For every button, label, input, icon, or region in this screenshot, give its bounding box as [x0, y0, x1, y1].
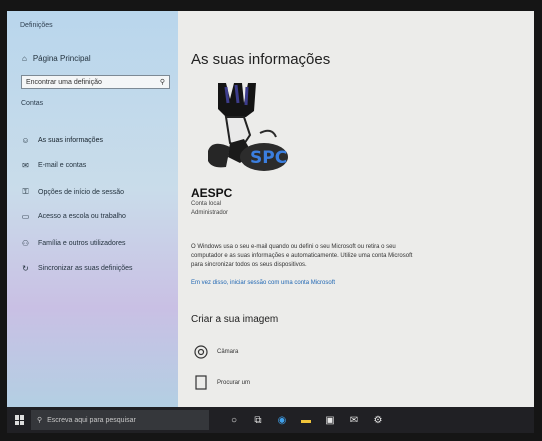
sidebar-item-work-school[interactable]: ▭ Acesso a escola ou trabalho: [21, 212, 171, 221]
account-role: Administrador: [191, 210, 229, 216]
camera-option[interactable]: Câmara: [193, 344, 238, 359]
browse-icon: [193, 375, 208, 390]
sidebar-item-label: Opções de início de sessão: [38, 188, 124, 196]
settings-search-input[interactable]: Encontrar uma definição ⚲: [21, 75, 170, 89]
account-info-text: O Windows usa o seu e-mail quando ou def…: [191, 244, 413, 268]
sidebar-item-label: Família e outros utilizadores: [38, 240, 126, 247]
cortana-icon[interactable]: ○: [227, 413, 241, 427]
camera-label: Câmara: [217, 348, 239, 355]
home-label: Página Principal: [32, 54, 91, 63]
create-picture-heading: Criar a sua imagem: [191, 314, 279, 325]
sidebar-item-label: Sincronizar as suas definições: [38, 265, 133, 272]
sidebar-item-label: E-mail e contas: [38, 162, 87, 169]
sidebar-item-your-info[interactable]: ☺ As suas informações: [21, 136, 171, 145]
sidebar: Definições ⌂ Página Principal Encontrar …: [7, 11, 178, 407]
briefcase-icon: ▭: [21, 212, 30, 221]
sidebar-item-signin-options[interactable]: ⚿ Opções de início de sessão: [21, 187, 171, 197]
start-button[interactable]: [15, 415, 25, 425]
mail-icon: ✉: [22, 161, 29, 170]
sidebar-item-email-accounts[interactable]: ✉ E-mail e contas: [21, 161, 171, 170]
home-link[interactable]: ⌂ Página Principal: [22, 54, 91, 63]
screen: Definições ⌂ Página Principal Encontrar …: [7, 11, 534, 407]
key-icon: ⚿: [22, 187, 29, 196]
home-icon: ⌂: [22, 54, 27, 63]
browse-option[interactable]: Procurar um: [193, 375, 250, 390]
sidebar-item-label: As suas informações: [38, 137, 103, 144]
task-view-icon[interactable]: ⧉: [251, 413, 265, 427]
store-icon[interactable]: ▣: [323, 413, 337, 427]
search-icon: ⚲: [159, 79, 165, 86]
sidebar-item-family[interactable]: ⚇ Família e outros utilizadores: [21, 239, 171, 248]
search-placeholder: Encontrar uma definição: [26, 78, 102, 86]
taskbar-search-box[interactable]: ⚲ Escreva aqui para pesquisar: [31, 410, 209, 430]
sync-icon: ↻: [22, 264, 29, 273]
sidebar-item-sync[interactable]: ↻ Sincronizar as suas definições: [21, 264, 171, 273]
sidebar-item-label: Acesso a escola ou trabalho: [38, 213, 126, 220]
user-name: AESPC: [191, 186, 233, 200]
mail-icon[interactable]: ✉: [347, 413, 361, 427]
person-icon: ☺: [21, 136, 30, 145]
svg-text:SPC: SPC: [250, 148, 287, 168]
app-title: Definições: [20, 22, 53, 29]
page-title: As suas informações: [191, 51, 331, 68]
microsoft-signin-link[interactable]: Em vez disso, iniciar sessão com uma con…: [191, 280, 335, 286]
settings-gear-icon[interactable]: ⚙: [371, 413, 385, 427]
user-avatar: SPC: [208, 83, 288, 171]
edge-icon[interactable]: ◉: [275, 413, 289, 427]
section-label: Contas: [21, 100, 44, 107]
main-panel: As suas informações SPC AESPC Conta loca…: [178, 11, 534, 407]
taskbar: ⚲ Escreva aqui para pesquisar ○ ⧉ ◉ ▬ ▣ …: [7, 407, 534, 433]
account-type: Conta local: [191, 201, 222, 207]
taskbar-search-placeholder: Escreva aqui para pesquisar: [47, 416, 136, 424]
people-icon: ⚇: [21, 239, 30, 248]
camera-icon: [193, 344, 208, 359]
file-explorer-icon[interactable]: ▬: [299, 413, 313, 427]
search-icon: ⚲: [37, 417, 43, 424]
browse-label: Procurar um: [217, 379, 251, 386]
